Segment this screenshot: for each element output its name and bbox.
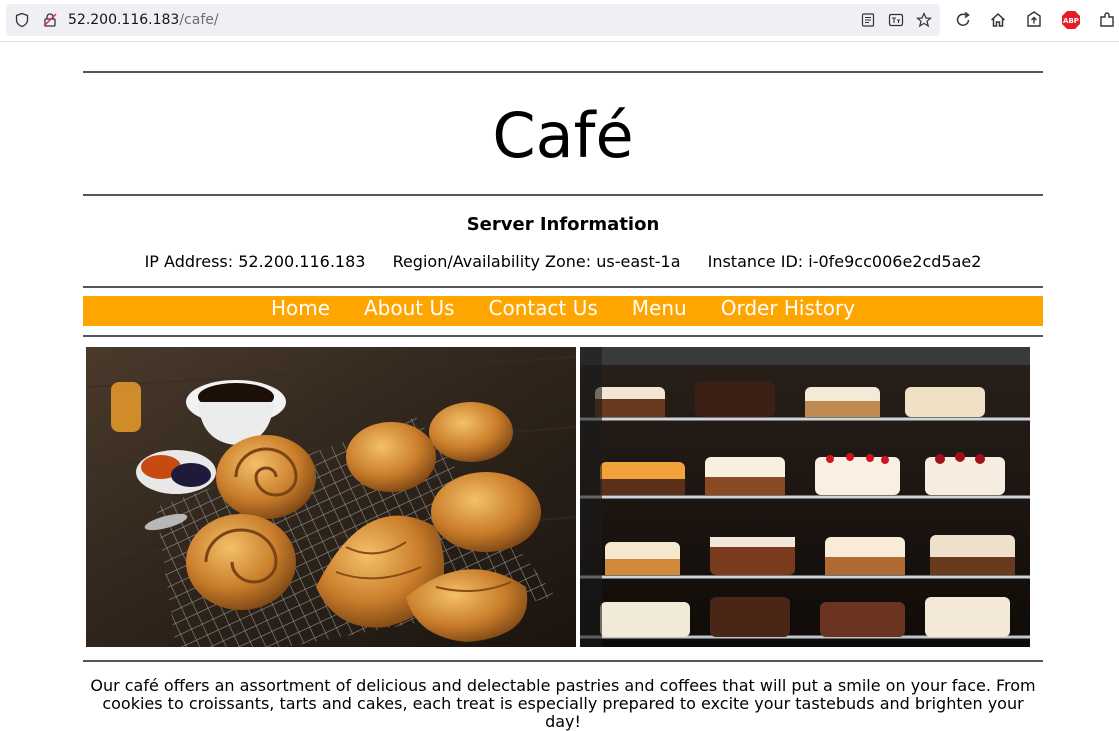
translate-icon[interactable]	[888, 12, 904, 28]
adblock-icon[interactable]: ABP	[1061, 10, 1081, 30]
divider	[83, 194, 1043, 196]
server-info-heading: Server Information	[466, 214, 660, 235]
page-title: Café	[492, 99, 634, 172]
insecure-lock-icon[interactable]	[42, 12, 58, 28]
pastries-photo	[86, 347, 576, 647]
nav-home[interactable]: Home	[271, 296, 330, 320]
home-icon[interactable]	[988, 10, 1008, 30]
address-bar[interactable]: 52.200.116.183/cafe/	[6, 4, 940, 36]
adblock-label: ABP	[1063, 17, 1079, 25]
browser-toolbar: 52.200.116.183/cafe/ ABP	[0, 0, 1119, 42]
top-divider	[83, 71, 1043, 73]
nav-order-history[interactable]: Order History	[721, 296, 855, 320]
reload-icon[interactable]	[953, 10, 973, 30]
cake-display-photo	[580, 347, 1030, 647]
url-text[interactable]: 52.200.116.183/cafe/	[68, 12, 219, 28]
nav-contact-us[interactable]: Contact Us	[489, 296, 598, 320]
shield-icon[interactable]	[14, 12, 30, 28]
instance-id: Instance ID: i-0fe9cc006e2cd5ae2	[707, 252, 982, 271]
divider	[83, 335, 1043, 337]
divider	[83, 286, 1043, 288]
extensions-menu-icon[interactable]	[1097, 10, 1117, 30]
extension-icon[interactable]	[1024, 10, 1044, 30]
ip-address: IP Address: 52.200.116.183	[144, 252, 366, 271]
nav-about-us[interactable]: About Us	[364, 296, 455, 320]
url-path: /cafe/	[179, 12, 219, 28]
url-host: 52.200.116.183	[68, 12, 180, 28]
region-zone: Region/Availability Zone: us-east-1a	[392, 252, 681, 271]
cafe-description: Our café offers an assortment of delicio…	[90, 676, 1036, 731]
server-info-row: IP Address: 52.200.116.183 Region/Availa…	[83, 252, 1043, 272]
divider	[83, 660, 1043, 662]
reader-view-icon[interactable]	[860, 12, 876, 28]
main-nav: Home About Us Contact Us Menu Order History	[83, 296, 1043, 326]
nav-menu[interactable]: Menu	[632, 296, 687, 320]
bookmark-star-icon[interactable]	[916, 12, 932, 28]
